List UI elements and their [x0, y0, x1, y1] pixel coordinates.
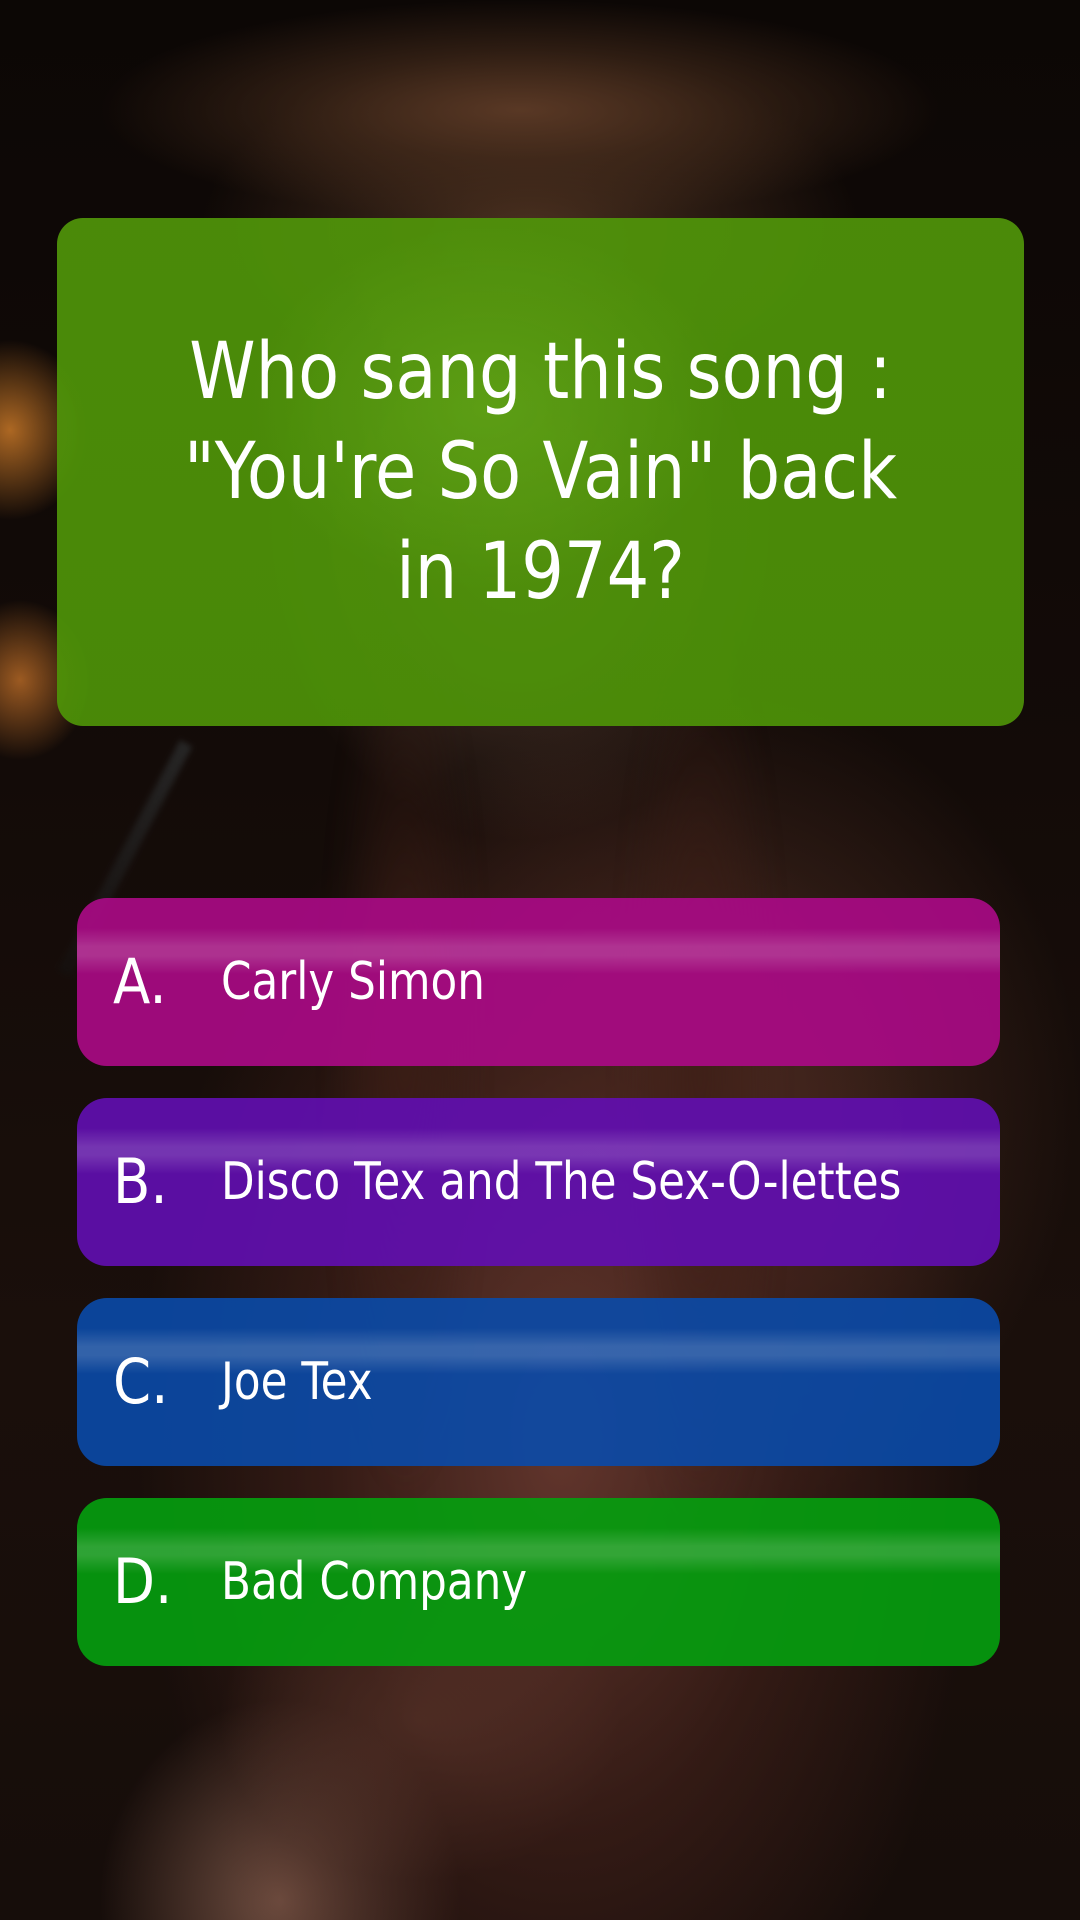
answer-text: Carly Simon [221, 952, 485, 1012]
answer-button-c[interactable]: C. Joe Tex [77, 1298, 1000, 1466]
answer-letter: B. [113, 1145, 168, 1218]
answer-button-d[interactable]: D. Bad Company [77, 1498, 1000, 1666]
answer-button-a[interactable]: A. Carly Simon [77, 898, 1000, 1066]
question-card: Who sang this song : "You're So Vain" ba… [57, 218, 1024, 726]
answer-text: Bad Company [221, 1552, 528, 1612]
answer-letter: C. [113, 1345, 169, 1418]
answer-letter: D. [113, 1545, 173, 1618]
question-text: Who sang this song : "You're So Vain" ba… [183, 327, 898, 617]
answer-button-b[interactable]: B. Disco Tex and The Sex-O-lettes [77, 1098, 1000, 1266]
quiz-screen: Who sang this song : "You're So Vain" ba… [0, 0, 1080, 1920]
answer-text: Disco Tex and The Sex-O-lettes [221, 1152, 902, 1212]
answer-letter: A. [113, 945, 167, 1018]
answer-text: Joe Tex [221, 1352, 373, 1412]
